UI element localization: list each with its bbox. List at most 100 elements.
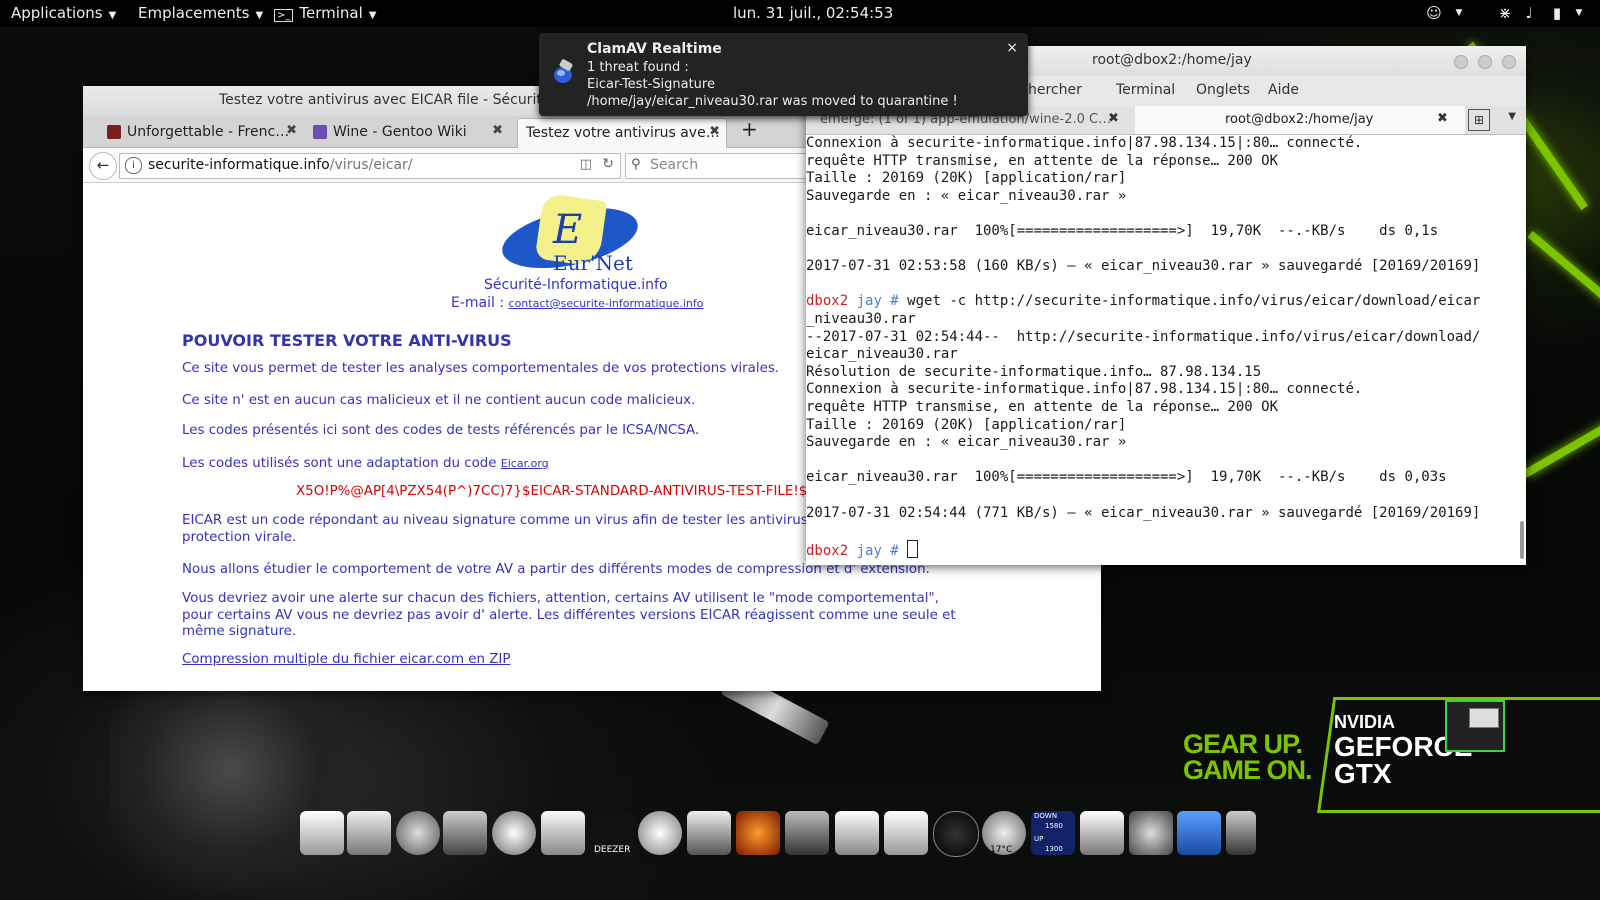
terminal-line: 2017-07-31 02:53:58 (160 KB/s) — « eicar… bbox=[806, 258, 1481, 275]
search-tux-icon[interactable] bbox=[396, 811, 440, 855]
minimize-button[interactable] bbox=[1454, 55, 1468, 69]
printer-icon[interactable] bbox=[1080, 811, 1124, 855]
wallpaper-stripe bbox=[1527, 230, 1600, 315]
favicon-icon bbox=[313, 125, 327, 139]
places-menu[interactable]: Emplacements ▼ bbox=[138, 4, 263, 22]
back-button[interactable]: ← bbox=[89, 152, 117, 180]
terminal-line: Taille : 20169 (20K) [application/rar] bbox=[806, 416, 1127, 433]
clock[interactable]: lun. 31 juil., 02:54:53 bbox=[733, 4, 893, 22]
close-tab-icon[interactable]: ✖ bbox=[1437, 111, 1448, 126]
url-path: /virus/eicar/ bbox=[329, 157, 413, 173]
network-monitor-icon[interactable]: DOWN 1580 UP 1300 bbox=[1031, 811, 1075, 855]
notification-text: Eicar-Test-Signature bbox=[587, 77, 715, 92]
terminal-prompt-line: dbox2 jay # wget -c http://securite-info… bbox=[806, 293, 1481, 310]
terminal-line: requête HTTP transmise, en attente de la… bbox=[806, 152, 1279, 169]
clamav-notification[interactable]: ClamAV Realtime 1 threat found : Eicar-T… bbox=[539, 33, 1028, 116]
accessibility-icon[interactable]: ☺ bbox=[1425, 4, 1443, 22]
terminal-prompt-line: dbox2 jay # bbox=[806, 539, 919, 561]
notification-title: ClamAV Realtime bbox=[587, 41, 722, 57]
url-host: securite-informatique.info bbox=[148, 157, 330, 173]
paragraph: Vous devriez avoir une alerte sur chacun… bbox=[182, 591, 956, 639]
monitor-icon[interactable] bbox=[443, 811, 487, 855]
close-button[interactable] bbox=[1502, 55, 1516, 69]
tab-unforgettable[interactable]: Unforgettable - Frenc… ✖ bbox=[103, 118, 303, 147]
window-title: root@dbox2:/home/jay bbox=[1092, 52, 1252, 68]
chevron-down-icon[interactable]: ▼ bbox=[1508, 111, 1516, 122]
terminal-cursor bbox=[907, 539, 919, 558]
wallpaper-stripe bbox=[1523, 410, 1600, 478]
close-tab-icon[interactable]: ✖ bbox=[286, 123, 297, 138]
terminal-icon: >_ bbox=[274, 9, 294, 22]
battery-icon[interactable]: ▮ bbox=[1548, 4, 1566, 22]
wallpaper-slogan: GEAR UP. GAME ON. bbox=[1183, 729, 1313, 785]
close-icon[interactable]: × bbox=[1006, 40, 1018, 56]
close-tab-icon[interactable]: ✖ bbox=[1108, 111, 1119, 126]
tab-wine-gentoo[interactable]: Wine - Gentoo Wiki ✖ bbox=[309, 118, 509, 147]
tux-terminal-icon[interactable] bbox=[835, 811, 879, 855]
terminal-line: Connexion à securite-informatique.info|8… bbox=[806, 381, 1363, 398]
volume-icon[interactable]: ♩ bbox=[1520, 4, 1538, 22]
clock-icon[interactable] bbox=[933, 811, 979, 857]
email-line: E-mail : contact@securite-informatique.i… bbox=[451, 295, 704, 311]
eicar-test-string: X5O!P%@AP[4\PZX54(P^)7CC)7}$EICAR-STANDA… bbox=[296, 484, 846, 499]
terminal-line: Sauvegarde en : « eicar_niveau30.rar » bbox=[806, 434, 1127, 451]
search-icon: ⚲ bbox=[631, 157, 641, 172]
chevron-down-icon[interactable]: ▼ bbox=[1450, 8, 1468, 26]
dock-arrow-icon[interactable] bbox=[1226, 811, 1256, 855]
wifi-icon[interactable]: ⋇ bbox=[1496, 4, 1514, 22]
notification-text: /home/jay/eicar_niveau30.rar was moved t… bbox=[587, 94, 958, 109]
terminal-tab-root[interactable]: root@dbox2:/home/jay ✖ bbox=[1135, 106, 1465, 134]
search-input[interactable]: ⚲ Search bbox=[625, 153, 807, 179]
paragraph: Ce site n' est en aucun cas malicieux et… bbox=[182, 393, 696, 408]
tux-disc-icon[interactable] bbox=[492, 811, 536, 855]
tux-runner-icon[interactable] bbox=[638, 811, 682, 855]
menu-terminal[interactable]: Terminal bbox=[1116, 82, 1175, 98]
terminal-line: --2017-07-31 02:54:44-- http://securite-… bbox=[806, 328, 1481, 345]
eicar-org-link[interactable]: Eicar.org bbox=[501, 457, 549, 470]
page-heading: POUVOIR TESTER VOTRE ANTI-VIRUS bbox=[182, 331, 512, 350]
weather-icon[interactable]: 17°C bbox=[982, 811, 1026, 855]
terminal-line: _niveau30.rar bbox=[806, 311, 916, 327]
reader-view-icon[interactable]: ◫ bbox=[580, 157, 592, 172]
terminal-scrollbar[interactable] bbox=[1520, 521, 1524, 559]
terminal-line: requête HTTP transmise, en attente de la… bbox=[806, 399, 1279, 415]
top-panel: Applications ▼ Emplacements ▼ >_ Terminal ▼ … bbox=[0, 0, 1600, 27]
close-tab-icon[interactable]: ✖ bbox=[492, 123, 503, 138]
file-manager-icon[interactable] bbox=[347, 811, 391, 855]
terminal-line: 2017-07-31 02:54:44 (771 KB/s) — « eicar… bbox=[806, 504, 1481, 521]
terminal-line: eicar_niveau30.rar bbox=[806, 346, 958, 363]
zip-compression-link[interactable]: Compression multiple du fichier eicar.co… bbox=[182, 652, 510, 667]
close-tab-icon[interactable]: ✖ bbox=[709, 124, 720, 139]
speaker-icon[interactable] bbox=[1129, 811, 1173, 855]
tux-stamp-icon[interactable] bbox=[541, 811, 585, 855]
settings-icon[interactable] bbox=[785, 811, 829, 855]
notification-text: 1 threat found : bbox=[587, 60, 689, 75]
tux-window-icon[interactable] bbox=[300, 811, 344, 855]
menu-help[interactable]: Aide bbox=[1268, 82, 1299, 98]
terminal-output[interactable]: Connexion à securite-informatique.info|8… bbox=[806, 135, 1520, 565]
reload-icon[interactable]: ↻ bbox=[602, 156, 614, 172]
email-link[interactable]: contact@securite-informatique.info bbox=[509, 297, 704, 310]
info-icon[interactable]: i bbox=[125, 157, 142, 174]
tux-fire-icon[interactable] bbox=[736, 811, 780, 855]
maximize-button[interactable] bbox=[1478, 55, 1492, 69]
tab-eicar[interactable]: Testez votre antivirus ave… ✖ bbox=[517, 118, 727, 148]
window-title: Testez votre antivirus avec EICAR file -… bbox=[219, 92, 582, 108]
chevron-down-icon: ▼ bbox=[255, 10, 264, 21]
applications-menu[interactable]: Applications ▼ bbox=[11, 4, 116, 22]
workspace-switcher[interactable] bbox=[1445, 700, 1505, 752]
menu-search[interactable]: hercher bbox=[1028, 82, 1082, 98]
terminal-line: Connexion à securite-informatique.info|8… bbox=[806, 135, 1363, 151]
url-bar[interactable]: i securite-informatique.info/virus/eicar… bbox=[119, 153, 621, 179]
tux-icon[interactable] bbox=[687, 811, 731, 855]
terminal-line: eicar_niveau30.rar 100%[================… bbox=[806, 223, 1439, 239]
new-terminal-tab-button[interactable]: ⊞ bbox=[1468, 109, 1490, 131]
menu-tabs[interactable]: Onglets bbox=[1196, 82, 1250, 98]
new-tab-button[interactable]: + bbox=[735, 115, 761, 144]
terminal-app-menu[interactable]: >_ Terminal ▼ bbox=[274, 4, 377, 22]
deezer-icon[interactable]: DEEZER bbox=[590, 811, 634, 855]
tux-nurse-icon[interactable] bbox=[884, 811, 928, 855]
clamav-icon bbox=[554, 59, 573, 83]
trash-icon[interactable] bbox=[1177, 811, 1221, 855]
chevron-down-icon[interactable]: ▼ bbox=[1570, 8, 1588, 26]
